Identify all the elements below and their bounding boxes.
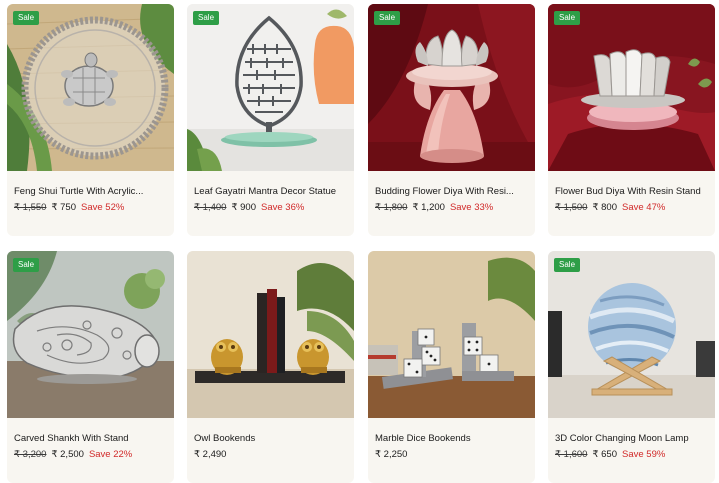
product-name[interactable]: 3D Color Changing Moon Lamp [555, 433, 708, 444]
sale-badge: Sale [193, 11, 220, 25]
product-card[interactable]: Sale Budding Flower Diya With Resi... ₹ … [368, 4, 535, 236]
sale-price: ₹ 750 [51, 202, 77, 213]
original-price: ₹ 1,400 [194, 202, 227, 213]
price-row: ₹ 1,550 ₹ 750 Save 52% [14, 202, 124, 213]
original-price: ₹ 1,550 [14, 202, 47, 213]
original-price: ₹ 1,600 [555, 449, 588, 460]
price-row: ₹ 3,200 ₹ 2,500 Save 22% [14, 449, 132, 460]
product-image[interactable] [7, 251, 174, 418]
discount-text: Save 59% [622, 449, 666, 460]
discount-text: Save 22% [88, 449, 133, 460]
price-row: ₹ 1,600 ₹ 650 Save 59% [555, 449, 665, 460]
product-card[interactable]: Marble Dice Bookends ₹ 2,250 [368, 251, 535, 483]
price-row: ₹ 1,400 ₹ 900 Save 36% [194, 202, 304, 213]
product-image[interactable] [7, 4, 174, 171]
product-image[interactable] [187, 251, 354, 418]
product-name[interactable]: Feng Shui Turtle With Acrylic... [14, 186, 167, 197]
sale-badge: Sale [374, 11, 401, 25]
original-price: ₹ 1,800 [375, 202, 408, 213]
product-card[interactable]: Sale Flower Bud Diya With Resin Stand ₹ … [548, 4, 715, 236]
product-card[interactable]: Owl Bookends ₹ 2,490 [187, 251, 354, 483]
sale-badge: Sale [13, 258, 40, 272]
discount-text: Save 47% [622, 202, 666, 213]
product-card[interactable]: Sale 3D Color Changing Moon Lamp ₹ 1,600… [548, 251, 715, 483]
sale-price: ₹ 2,500 [51, 449, 84, 460]
original-price: ₹ 1,500 [555, 202, 588, 213]
product-image[interactable] [548, 251, 715, 418]
product-name[interactable]: Carved Shankh With Stand [14, 433, 167, 444]
sale-price: ₹ 650 [592, 449, 618, 460]
sale-price: ₹ 1,200 [412, 202, 445, 213]
discount-text: Save 36% [261, 202, 305, 213]
product-image[interactable] [368, 4, 535, 171]
sale-price: ₹ 800 [592, 202, 618, 213]
product-image[interactable] [368, 251, 535, 418]
product-name[interactable]: Leaf Gayatri Mantra Decor Statue [194, 186, 347, 197]
product-card[interactable]: Sale Leaf Gayatri Mantra Decor Statue ₹ … [187, 4, 354, 236]
discount-text: Save 33% [449, 202, 494, 213]
price-row: ₹ 2,490 [194, 449, 231, 460]
sale-badge: Sale [13, 11, 40, 25]
price-row: ₹ 2,250 [375, 449, 412, 460]
discount-text: Save 52% [81, 202, 125, 213]
product-name[interactable]: Budding Flower Diya With Resi... [375, 186, 528, 197]
sale-price: ₹ 2,250 [375, 449, 408, 460]
product-name[interactable]: Owl Bookends [194, 433, 347, 444]
sale-badge: Sale [554, 258, 581, 272]
price-row: ₹ 1,800 ₹ 1,200 Save 33% [375, 202, 493, 213]
price-row: ₹ 1,500 ₹ 800 Save 47% [555, 202, 665, 213]
sale-badge: Sale [554, 11, 581, 25]
product-image[interactable] [187, 4, 354, 171]
product-name[interactable]: Flower Bud Diya With Resin Stand [555, 186, 708, 197]
product-name[interactable]: Marble Dice Bookends [375, 433, 528, 444]
sale-price: ₹ 900 [231, 202, 257, 213]
product-card[interactable]: Sale Feng Shui Turtle With Acrylic... ₹ … [7, 4, 174, 236]
original-price: ₹ 3,200 [14, 449, 47, 460]
product-card[interactable]: Sale Carved Shankh With Stand ₹ 3,200 ₹ 2… [7, 251, 174, 483]
sale-price: ₹ 2,490 [194, 449, 227, 460]
product-image[interactable] [548, 4, 715, 171]
